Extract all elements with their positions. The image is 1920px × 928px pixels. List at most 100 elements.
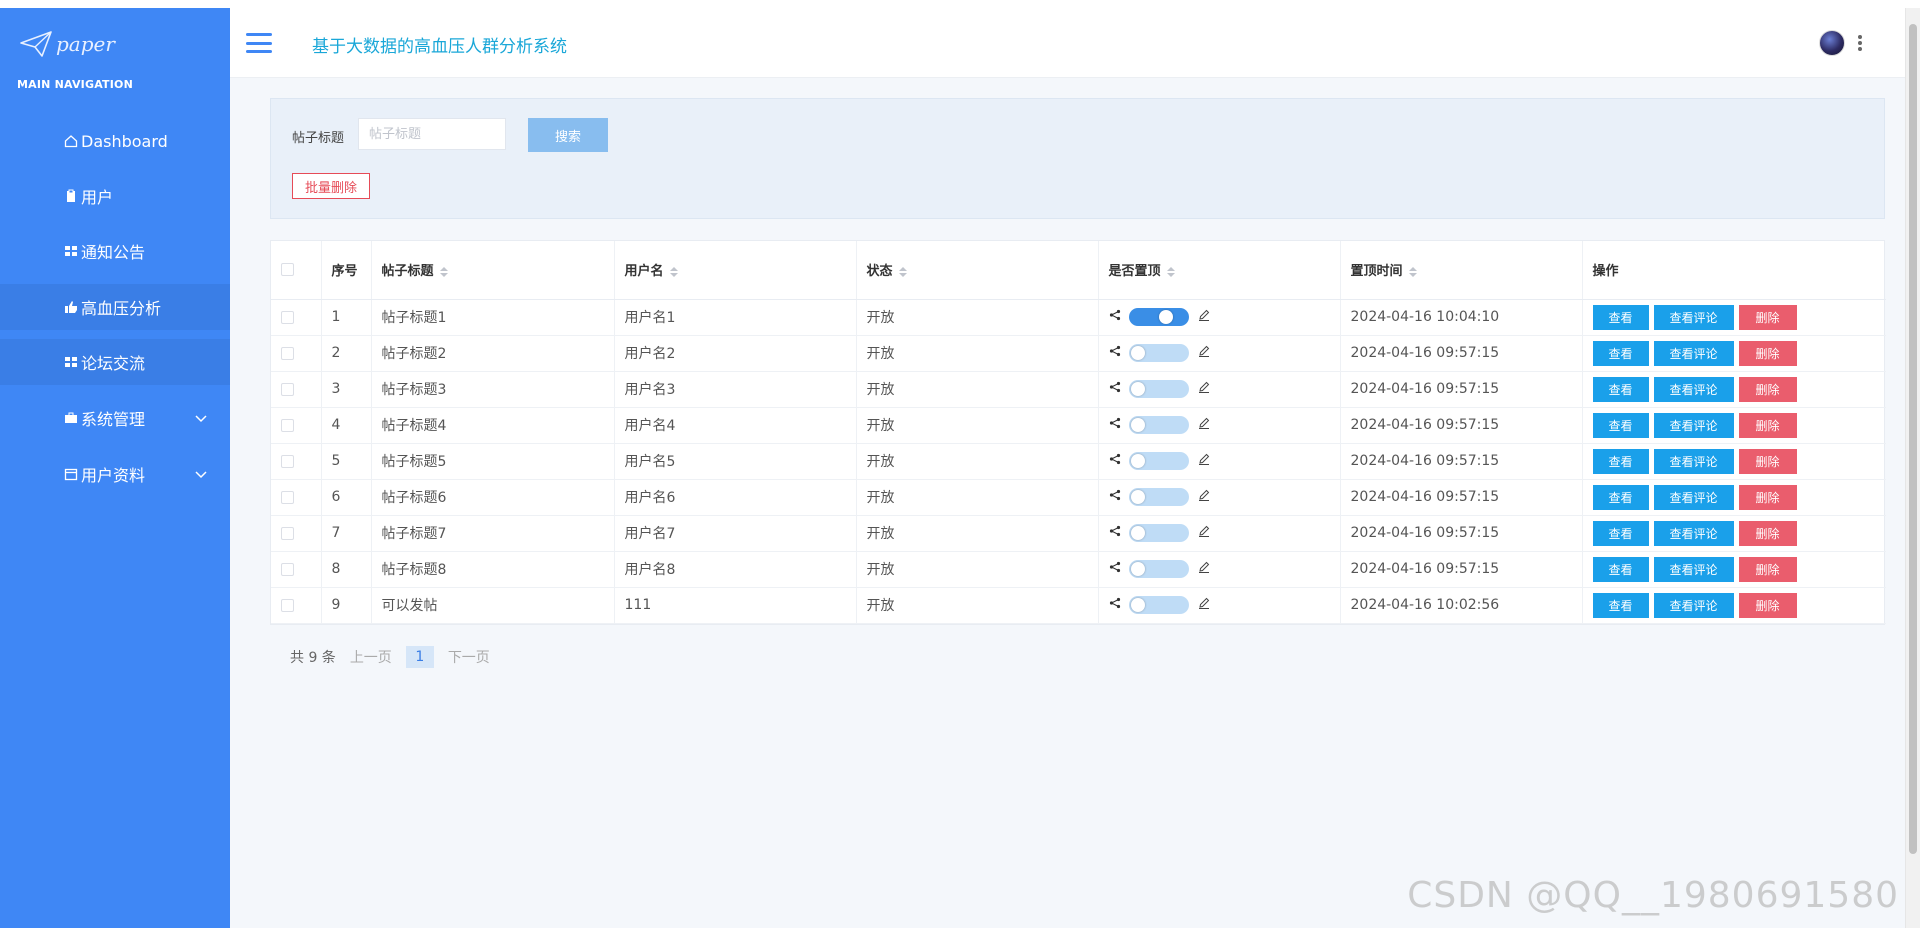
column-header[interactable]: 是否置顶 — [1098, 241, 1341, 300]
brand-logo[interactable]: paper — [20, 26, 115, 62]
row-checkbox[interactable] — [281, 490, 294, 504]
pinned-toggle[interactable] — [1128, 452, 1189, 470]
edit-icon[interactable] — [1197, 596, 1211, 614]
delete-button[interactable]: 删除 — [1738, 340, 1797, 366]
pinned-time-cell: 2024-04-16 10:04:10 — [1340, 299, 1583, 336]
view-button[interactable]: 查看 — [1592, 340, 1649, 366]
edit-icon[interactable] — [1197, 308, 1211, 326]
prev-page-link[interactable]: 上一页 — [350, 647, 392, 667]
delete-button[interactable]: 删除 — [1738, 556, 1797, 582]
view-button[interactable]: 查看 — [1592, 556, 1649, 582]
sort-icon[interactable] — [898, 266, 907, 277]
view-button[interactable]: 查看 — [1592, 304, 1649, 330]
delete-button[interactable]: 删除 — [1738, 376, 1797, 402]
actions-cell: 查看 查看评论 删除 — [1582, 443, 1886, 480]
sidebar-item-users[interactable]: 用户 — [0, 173, 230, 219]
sidebar-item-forum[interactable]: 论坛交流 — [0, 339, 266, 385]
pinned-toggle[interactable] — [1128, 560, 1189, 578]
column-header[interactable]: 状态 — [856, 241, 1099, 300]
delete-button[interactable]: 删除 — [1738, 484, 1797, 510]
delete-button[interactable]: 删除 — [1738, 520, 1797, 546]
view-comments-button[interactable]: 查看评论 — [1653, 592, 1734, 618]
row-checkbox[interactable] — [281, 382, 294, 396]
search-button[interactable]: 搜索 — [528, 118, 608, 152]
column-header[interactable]: 置顶时间 — [1340, 241, 1583, 300]
next-page-link[interactable]: 下一页 — [448, 647, 490, 667]
sort-icon[interactable] — [1408, 266, 1417, 277]
sort-icon[interactable] — [439, 266, 448, 277]
sidebar-item-label: 高血压分析 — [81, 299, 162, 318]
edit-icon[interactable] — [1197, 344, 1211, 362]
page-number-current[interactable]: 1 — [405, 646, 434, 668]
actions-cell: 查看 查看评论 删除 — [1582, 587, 1886, 624]
view-button[interactable]: 查看 — [1592, 484, 1649, 510]
sort-icon[interactable] — [1166, 266, 1175, 277]
sidebar-item-notices[interactable]: 通知公告 — [0, 228, 230, 274]
row-checkbox[interactable] — [281, 454, 294, 468]
avatar[interactable] — [1819, 30, 1845, 56]
pinned-toggle[interactable] — [1128, 416, 1189, 434]
username-cell: 用户名1 — [614, 299, 857, 336]
sidebar-item-dashboard[interactable]: Dashboard — [0, 118, 230, 164]
view-comments-button[interactable]: 查看评论 — [1653, 304, 1734, 330]
row-checkbox[interactable] — [281, 310, 294, 324]
share-icon[interactable] — [1109, 381, 1121, 397]
column-header[interactable]: 用户名 — [614, 241, 857, 300]
row-checkbox[interactable] — [281, 346, 294, 360]
view-button[interactable]: 查看 — [1592, 592, 1649, 618]
row-checkbox[interactable] — [281, 562, 294, 576]
share-icon[interactable] — [1109, 345, 1121, 361]
column-header-label: 置顶时间 — [1350, 264, 1403, 280]
share-icon[interactable] — [1109, 309, 1121, 325]
delete-button[interactable]: 删除 — [1738, 448, 1797, 474]
scrollbar-thumb[interactable] — [1909, 24, 1917, 854]
share-icon[interactable] — [1109, 525, 1121, 541]
view-comments-button[interactable]: 查看评论 — [1653, 520, 1734, 546]
view-comments-button[interactable]: 查看评论 — [1653, 556, 1734, 582]
pinned-toggle[interactable] — [1128, 596, 1189, 614]
sidebar-item-hypertension-analysis[interactable]: 高血压分析 — [0, 284, 266, 330]
title-search-input[interactable] — [358, 118, 506, 150]
share-icon[interactable] — [1109, 489, 1121, 505]
share-icon[interactable] — [1109, 417, 1121, 433]
row-checkbox[interactable] — [281, 526, 294, 540]
username-cell: 用户名2 — [614, 335, 857, 372]
column-header[interactable]: 帖子标题 — [371, 241, 615, 300]
row-checkbox[interactable] — [281, 418, 294, 432]
view-button[interactable]: 查看 — [1592, 520, 1649, 546]
view-button[interactable]: 查看 — [1592, 448, 1649, 474]
pinned-toggle[interactable] — [1128, 344, 1189, 362]
delete-button[interactable]: 删除 — [1738, 412, 1797, 438]
more-options-icon[interactable] — [1857, 34, 1863, 52]
edit-icon[interactable] — [1197, 524, 1211, 542]
delete-button[interactable]: 删除 — [1738, 592, 1797, 618]
page-scrollbar[interactable] — [1905, 8, 1920, 928]
pinned-toggle[interactable] — [1128, 524, 1189, 542]
row-checkbox[interactable] — [281, 598, 294, 612]
edit-icon[interactable] — [1197, 416, 1211, 434]
view-comments-button[interactable]: 查看评论 — [1653, 376, 1734, 402]
view-comments-button[interactable]: 查看评论 — [1653, 340, 1734, 366]
edit-icon[interactable] — [1197, 488, 1211, 506]
edit-icon[interactable] — [1197, 560, 1211, 578]
view-button[interactable]: 查看 — [1592, 376, 1649, 402]
pinned-toggle[interactable] — [1128, 308, 1189, 326]
menu-toggle-icon[interactable] — [246, 33, 272, 53]
view-comments-button[interactable]: 查看评论 — [1653, 484, 1734, 510]
edit-icon[interactable] — [1197, 380, 1211, 398]
edit-icon[interactable] — [1197, 452, 1211, 470]
share-icon[interactable] — [1109, 561, 1121, 577]
sort-icon[interactable] — [669, 266, 678, 277]
bulk-delete-button[interactable]: 批量删除 — [292, 173, 370, 199]
view-button[interactable]: 查看 — [1592, 412, 1649, 438]
view-comments-button[interactable]: 查看评论 — [1653, 448, 1734, 474]
select-all-checkbox[interactable] — [281, 263, 294, 277]
sidebar-item-system-management[interactable]: 系统管理 — [0, 395, 230, 441]
view-comments-button[interactable]: 查看评论 — [1653, 412, 1734, 438]
share-icon[interactable] — [1109, 597, 1121, 613]
pinned-toggle[interactable] — [1128, 380, 1189, 398]
delete-button[interactable]: 删除 — [1738, 304, 1797, 330]
pinned-toggle[interactable] — [1128, 488, 1189, 506]
sidebar-item-user-profile[interactable]: 用户资料 — [0, 451, 230, 497]
share-icon[interactable] — [1109, 453, 1121, 469]
